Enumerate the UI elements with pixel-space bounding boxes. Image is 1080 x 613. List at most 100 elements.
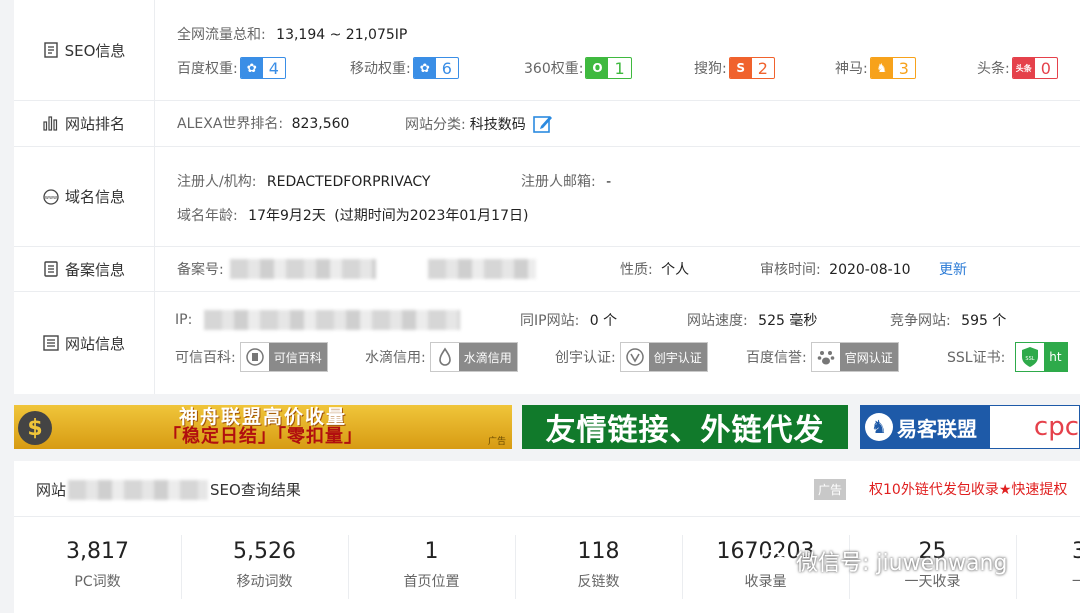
icp-number-redacted xyxy=(229,259,376,279)
so360-weight-badge[interactable]: O 1 xyxy=(585,57,632,79)
baidu-weight-label: 百度权重: xyxy=(177,61,238,77)
cert-chuangyu-badge[interactable]: 创宇认证 xyxy=(619,342,708,372)
result-ad-tag: 广告 xyxy=(814,479,847,500)
icp-info-label-cell: 备案信息 xyxy=(14,247,155,291)
cert-shuidi-badge[interactable]: 水滴信用 xyxy=(429,342,518,372)
cert-ssl-text: ht xyxy=(1044,343,1067,371)
site-info-row: 网站信息 IP: 同IP网站: 0 个 网站速度: 525 毫秒 竞争网站: 5… xyxy=(14,292,1080,394)
result-ad-link[interactable]: 权10外链代发包收录★快速提权 xyxy=(869,479,1067,499)
registrant-label: 注册人/机构: xyxy=(177,174,257,190)
cert-baidu-text: 官网认证 xyxy=(839,343,898,371)
shenma-weight[interactable]: 神马: ♞ 3 xyxy=(835,57,916,79)
ad-banner-yike[interactable]: ♞ 易客联盟 cpc xyxy=(860,405,1080,449)
stat-partial[interactable]: 3 一 xyxy=(1016,537,1080,591)
shenma-weight-badge[interactable]: ♞ 3 xyxy=(869,57,916,79)
domain-expire-text: (过期时间为2023年01月17日) xyxy=(334,208,529,224)
icp-number-redacted-2 xyxy=(427,259,536,279)
cert-baidu-label: 百度信誉: xyxy=(746,350,807,366)
so360-weight[interactable]: 360权重: O 1 xyxy=(524,57,632,79)
cert-kexin-text: 可信百科 xyxy=(268,343,327,371)
cert-shuidi-label: 水滴信用: xyxy=(365,350,426,366)
seo-info-label: SEO信息 xyxy=(64,41,126,60)
sogou-weight-badge[interactable]: S 2 xyxy=(728,57,775,79)
audit-label: 审核时间: xyxy=(760,262,821,278)
site-info-label-cell: 网站信息 xyxy=(14,292,155,394)
compete-line: 竞争网站: 595 个 xyxy=(890,310,1006,330)
cert-baidu[interactable]: 百度信誉: 官网认证 xyxy=(746,342,899,372)
icp-number-line: 备案号: xyxy=(177,259,536,279)
shenma-weight-value: 3 xyxy=(892,58,915,78)
category-label: 网站分类: xyxy=(405,117,466,133)
seo-result-header: 网站 SEO查询结果 广告 权10外链代发包收录★快速提权 xyxy=(14,461,1080,517)
cert-baidu-badge[interactable]: 官网认证 xyxy=(810,342,899,372)
ip-label: IP: xyxy=(175,312,193,328)
so360-weight-value: 1 xyxy=(608,58,631,78)
toutiao-weight-badge[interactable]: 头条 0 xyxy=(1011,57,1058,79)
baidu-weight-badge[interactable]: ✿ 4 xyxy=(239,57,286,79)
stat-backlinks-label: 反链数 xyxy=(577,574,620,590)
baidu-weight[interactable]: 百度权重: ✿ 4 xyxy=(177,57,286,79)
shenma-weight-label: 神马: xyxy=(835,61,868,77)
sogou-weight[interactable]: 搜狗: S 2 xyxy=(694,57,775,79)
speed-line: 网站速度: 525 毫秒 xyxy=(687,310,817,330)
same-ip-value: 0 个 xyxy=(589,313,618,329)
mobile-weight[interactable]: 移动权重: ✿ 6 xyxy=(350,57,459,79)
cert-shuidi[interactable]: 水滴信用: 水滴信用 xyxy=(365,342,518,372)
site-info-card: SEO信息 全网流量总和: 13,194 ~ 21,075IP 百度权重: ✿ … xyxy=(14,0,1080,394)
stat-mobile-words-value: 5,526 xyxy=(233,539,296,564)
seo-result-card: 网站 SEO查询结果 广告 权10外链代发包收录★快速提权 3,817 PC词数… xyxy=(14,461,1080,613)
cert-ssl[interactable]: SSL证书: SSL ht xyxy=(947,342,1068,372)
sogou-icon: S xyxy=(729,58,752,78)
stat-mobile-words[interactable]: 5,526 移动词数 xyxy=(181,537,348,591)
traffic-line: 全网流量总和: 13,194 ~ 21,075IP xyxy=(177,24,407,44)
banner-yike-text: 易客联盟 xyxy=(897,416,977,441)
toutiao-icon: 头条 xyxy=(1012,58,1035,78)
mobile-weight-value: 6 xyxy=(435,58,458,78)
stat-pc-words-label: PC词数 xyxy=(74,574,121,590)
toutiao-weight-value: 0 xyxy=(1034,58,1057,78)
registrant-value: REDACTEDFORPRIVACY xyxy=(266,174,431,190)
stat-homepage-position-value: 1 xyxy=(424,539,439,564)
seo-result-title: 网站 SEO查询结果 xyxy=(36,479,301,500)
domain-info-label: 域名信息 xyxy=(64,188,125,206)
site-info-label: 网站信息 xyxy=(64,334,125,353)
cert-chuangyu[interactable]: 创宇认证: 创宇认证 xyxy=(555,342,708,372)
compete-value: 595 个 xyxy=(961,313,1007,329)
stat-backlinks[interactable]: 118 反链数 xyxy=(515,537,682,591)
update-link[interactable]: 更新 xyxy=(939,262,967,278)
mobile-weight-badge[interactable]: ✿ 6 xyxy=(412,57,459,79)
audit-line: 审核时间: 2020-08-10 更新 xyxy=(760,259,967,279)
ad-banner-shenzhou[interactable]: $ 神舟联盟高价收量 「稳定日结」「零扣量」 广告 xyxy=(14,405,512,449)
registrant-line: 注册人/机构: REDACTEDFORPRIVACY xyxy=(177,171,430,191)
www-globe-icon: www xyxy=(43,188,59,205)
kexin-seal-icon xyxy=(241,343,269,371)
mobile-weight-label: 移动权重: xyxy=(350,61,411,77)
domain-age-value: 17年9月2天 xyxy=(248,208,326,224)
traffic-label: 全网流量总和: xyxy=(177,27,266,43)
traffic-value: 13,194 ~ 21,075IP xyxy=(276,27,408,43)
cert-kexin[interactable]: 可信百科: 可信百科 xyxy=(175,342,328,372)
email-line: 注册人邮箱: - xyxy=(521,171,611,191)
yike-logo-icon: ♞ xyxy=(865,413,893,441)
toutiao-weight[interactable]: 头条: 头条 0 xyxy=(977,57,1058,79)
stat-homepage-position[interactable]: 1 首页位置 xyxy=(348,537,515,591)
icp-number-label: 备案号: xyxy=(177,262,224,278)
compete-label: 竞争网站: xyxy=(890,313,951,329)
so360-weight-label: 360权重: xyxy=(524,61,584,77)
svg-text:SSL: SSL xyxy=(1026,356,1035,362)
stat-pc-words-value: 3,817 xyxy=(66,539,129,564)
edit-icon[interactable] xyxy=(532,113,554,135)
banner-yike-tail: cpc xyxy=(1033,412,1079,442)
result-title-prefix: 网站 xyxy=(36,481,67,499)
site-name-redacted xyxy=(68,479,209,500)
cert-ssl-label: SSL证书: xyxy=(947,350,1006,366)
cert-ssl-badge[interactable]: SSL ht xyxy=(1015,342,1068,372)
cert-kexin-badge[interactable]: 可信百科 xyxy=(239,342,328,372)
file-list-icon xyxy=(43,261,59,277)
ad-banner-friendlink[interactable]: 友情链接、外链代发 xyxy=(522,405,848,449)
baidu-weight-value: 4 xyxy=(262,58,285,78)
stat-pc-words[interactable]: 3,817 PC词数 xyxy=(14,537,181,591)
nature-label: 性质: xyxy=(620,262,653,278)
site-rank-label: 网站排名 xyxy=(64,115,125,133)
nature-value: 个人 xyxy=(661,262,690,278)
